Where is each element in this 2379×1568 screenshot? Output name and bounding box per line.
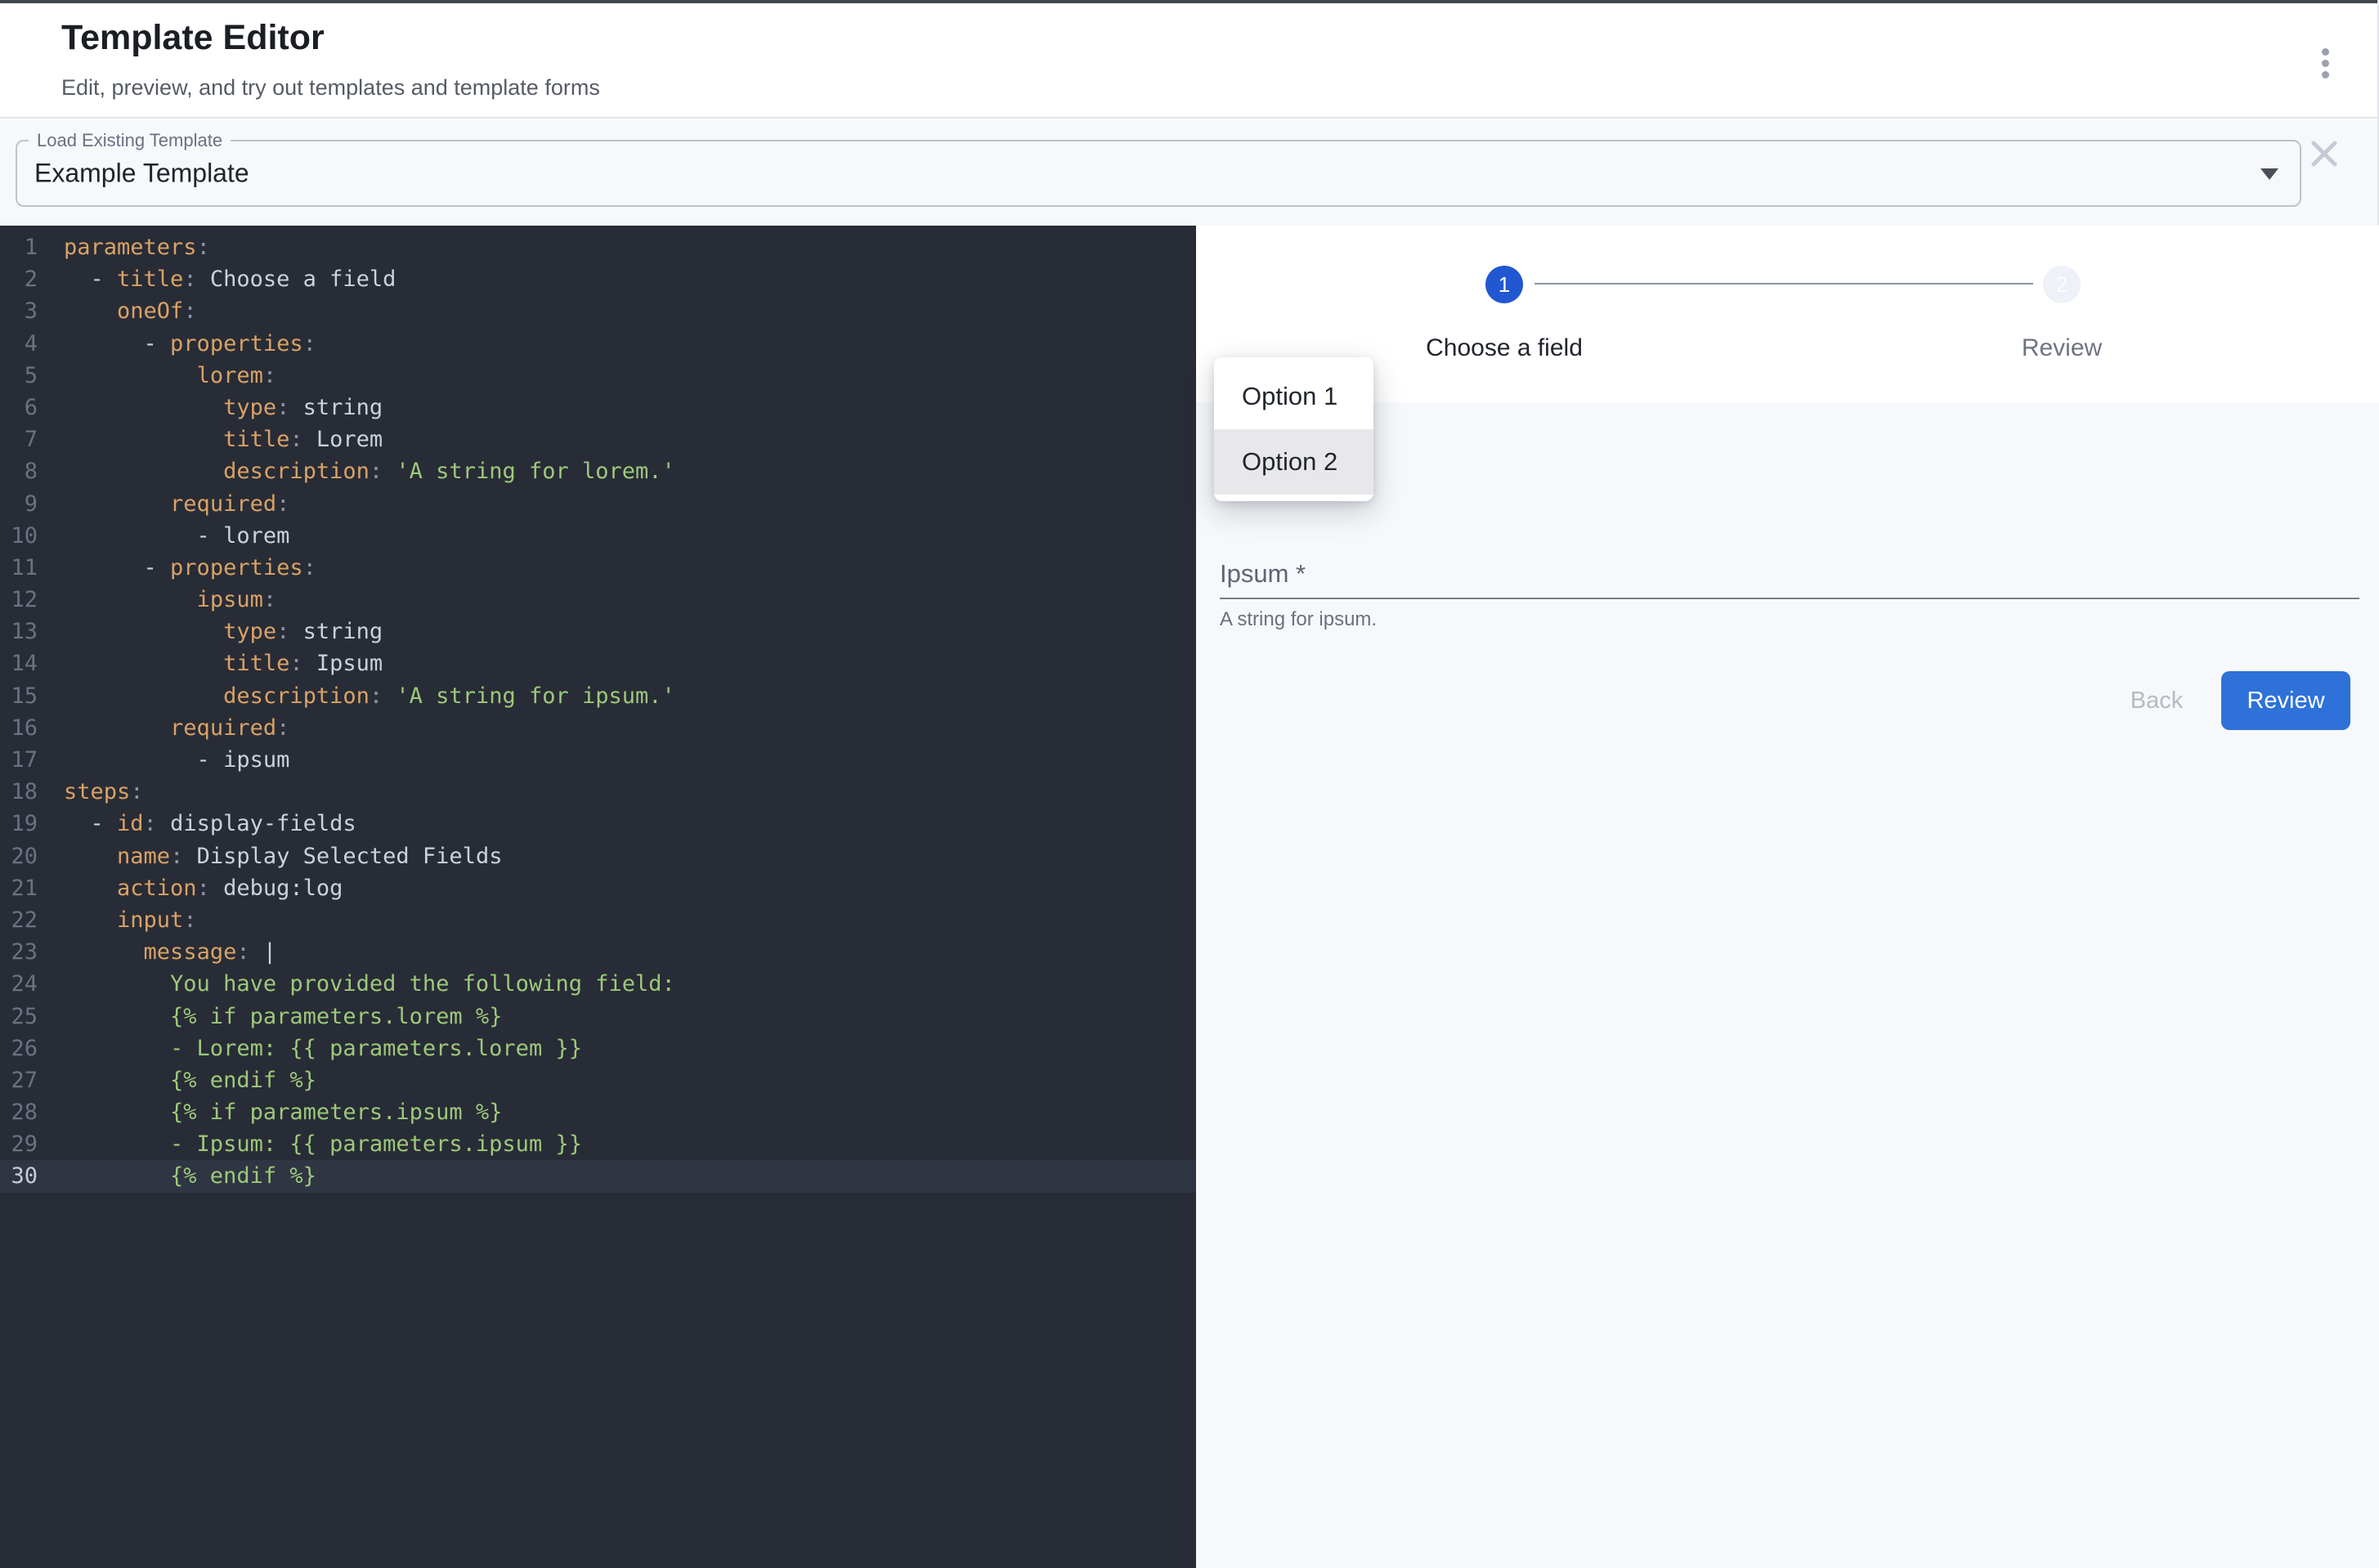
back-button[interactable]: Back <box>2117 671 2196 730</box>
line-number: 2 <box>0 263 38 295</box>
code-line[interactable]: 21 action: debug:log <box>0 872 1196 904</box>
code-line[interactable]: 7 title: Lorem <box>0 423 1196 455</box>
more-options-button[interactable] <box>2301 38 2350 88</box>
line-number: 28 <box>0 1096 38 1128</box>
line-number: 24 <box>0 968 38 1000</box>
line-number: 5 <box>0 360 38 392</box>
code-line[interactable]: 14 title: Ipsum <box>0 647 1196 679</box>
page-subtitle: Edit, preview, and try out templates and… <box>61 75 600 101</box>
code-line[interactable]: 2 - title: Choose a field <box>0 263 1196 295</box>
line-number: 22 <box>0 904 38 936</box>
line-number: 30 <box>0 1160 38 1192</box>
line-number: 16 <box>0 712 38 744</box>
line-number: 10 <box>0 520 38 552</box>
line-number: 23 <box>0 936 38 968</box>
code-line[interactable]: 13 type: string <box>0 616 1196 647</box>
line-number: 14 <box>0 647 38 679</box>
line-number: 26 <box>0 1033 38 1064</box>
more-vert-icon <box>2322 48 2329 56</box>
code-line[interactable]: 11 - properties: <box>0 552 1196 584</box>
line-number: 8 <box>0 455 38 487</box>
code-line[interactable]: 26 - Lorem: {{ parameters.lorem }} <box>0 1033 1196 1064</box>
code-line[interactable]: 1parameters: <box>0 231 1196 263</box>
line-number: 12 <box>0 584 38 616</box>
dropdown-caret-icon <box>2260 168 2278 180</box>
code-line[interactable]: 5 lorem: <box>0 360 1196 392</box>
stepper-step-2-label: Review <box>1939 334 2184 362</box>
menu-option[interactable]: Option 1 <box>1214 364 1373 429</box>
line-number: 17 <box>0 744 38 776</box>
line-number: 4 <box>0 328 38 360</box>
options-dropdown-menu: Option 1Option 2 <box>1214 357 1373 501</box>
code-line[interactable]: 15 description: 'A string for ipsum.' <box>0 680 1196 712</box>
code-line[interactable]: 8 description: 'A string for lorem.' <box>0 455 1196 487</box>
stepper-step-1-circle: 1 <box>1485 266 1523 303</box>
code-line[interactable]: 9 required: <box>0 488 1196 520</box>
line-number: 18 <box>0 776 38 808</box>
clear-icon <box>2305 135 2343 172</box>
line-number: 29 <box>0 1128 38 1160</box>
load-template-select[interactable]: Load Existing Template Example Template <box>16 140 2301 207</box>
more-vert-icon <box>2322 60 2329 67</box>
code-line[interactable]: 17 - ipsum <box>0 744 1196 776</box>
stepper-connector <box>1534 283 2033 284</box>
line-number: 13 <box>0 616 38 647</box>
stepper-step-2-circle: 2 <box>2043 266 2081 303</box>
clear-template-button[interactable] <box>2305 135 2343 172</box>
page-header: Template Editor Edit, preview, and try o… <box>0 3 2377 119</box>
line-number: 1 <box>0 231 38 263</box>
code-line[interactable]: 25 {% if parameters.lorem %} <box>0 1001 1196 1033</box>
line-number: 7 <box>0 423 38 455</box>
select-label: Load Existing Template <box>29 130 231 151</box>
ipsum-input[interactable]: Ipsum * <box>1220 549 2359 599</box>
line-number: 6 <box>0 392 38 423</box>
code-line[interactable]: 27 {% endif %} <box>0 1064 1196 1096</box>
template-editor-page: Template Editor Edit, preview, and try o… <box>0 0 2379 1568</box>
code-line[interactable]: 3 oneOf: <box>0 295 1196 327</box>
more-vert-icon <box>2322 71 2329 78</box>
editor-lines: 1parameters:2 - title: Choose a field3 o… <box>0 231 1196 1193</box>
input-underline <box>1220 598 2359 599</box>
code-line[interactable]: 19 - id: display-fields <box>0 808 1196 840</box>
menu-option[interactable]: Option 2 <box>1214 429 1373 495</box>
code-line[interactable]: 10 - lorem <box>0 520 1196 552</box>
code-line[interactable]: 24 You have provided the following field… <box>0 968 1196 1000</box>
line-number: 20 <box>0 840 38 872</box>
line-number: 25 <box>0 1001 38 1033</box>
template-preview-panel: 1 2 Choose a field Review Ipsum * A stri… <box>1196 226 2379 1568</box>
code-line[interactable]: 30 {% endif %} <box>0 1160 1196 1192</box>
line-number: 11 <box>0 552 38 584</box>
review-button[interactable]: Review <box>2221 671 2350 730</box>
line-number: 9 <box>0 488 38 520</box>
line-number: 15 <box>0 680 38 712</box>
code-line[interactable]: 23 message: | <box>0 936 1196 968</box>
code-line[interactable]: 4 - properties: <box>0 328 1196 360</box>
stepper-step-1-label: Choose a field <box>1382 334 1627 362</box>
line-number: 3 <box>0 295 38 327</box>
code-line[interactable]: 6 type: string <box>0 392 1196 423</box>
code-line[interactable]: 20 name: Display Selected Fields <box>0 840 1196 872</box>
line-number: 21 <box>0 872 38 904</box>
code-line[interactable]: 12 ipsum: <box>0 584 1196 616</box>
load-template-bar: Load Existing Template Example Template <box>0 120 2377 226</box>
code-line[interactable]: 22 input: <box>0 904 1196 936</box>
code-line[interactable]: 18steps: <box>0 776 1196 808</box>
ipsum-field-label: Ipsum * <box>1220 559 1306 589</box>
ipsum-helper-text: A string for ipsum. <box>1220 608 1377 631</box>
page-title: Template Editor <box>61 18 325 58</box>
line-number: 27 <box>0 1064 38 1096</box>
code-line[interactable]: 28 {% if parameters.ipsum %} <box>0 1096 1196 1128</box>
line-number: 19 <box>0 808 38 840</box>
select-value: Example Template <box>34 159 249 189</box>
code-line[interactable]: 29 - Ipsum: {{ parameters.ipsum }} <box>0 1128 1196 1160</box>
code-editor[interactable]: 1parameters:2 - title: Choose a field3 o… <box>0 226 1196 1568</box>
stepper-section <box>1196 226 2379 402</box>
code-line[interactable]: 16 required: <box>0 712 1196 744</box>
